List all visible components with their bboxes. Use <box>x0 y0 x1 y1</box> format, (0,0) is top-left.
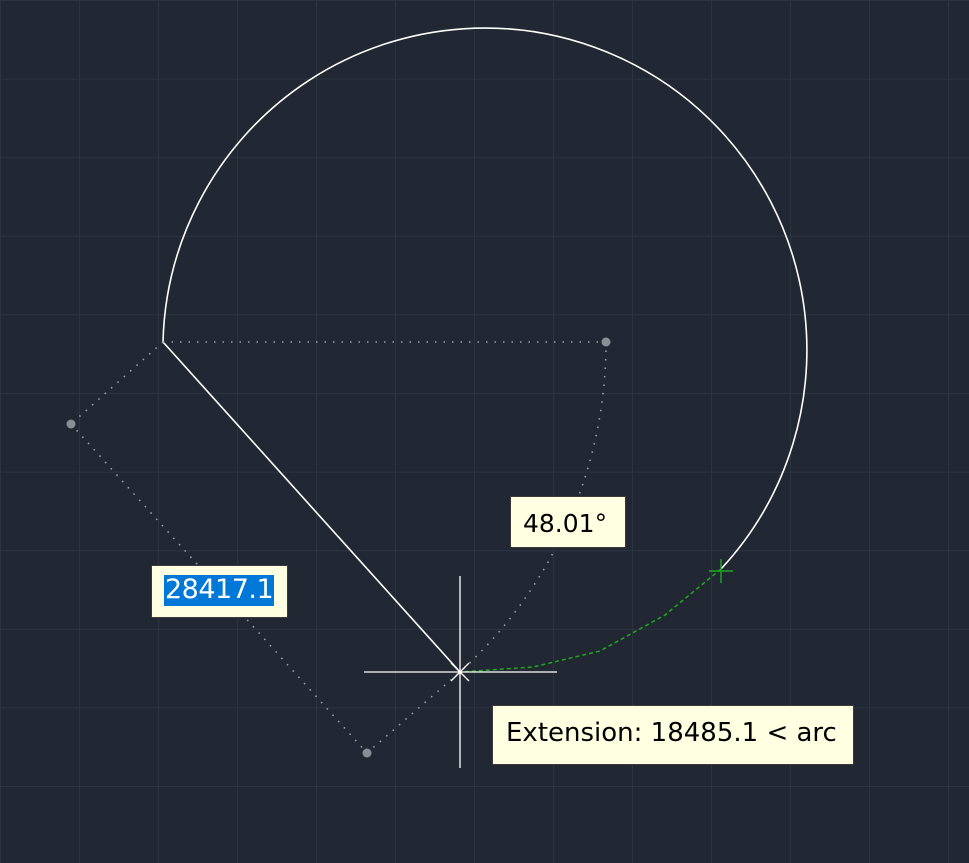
grip-point-center <box>601 337 611 347</box>
endpoint-marker-icon <box>709 559 733 583</box>
radius-line <box>162 341 461 673</box>
extension-guide-bottom <box>366 671 461 754</box>
arc-geometry[interactable] <box>162 27 808 570</box>
tooltip-text: Extension: 18485.1 < arc <box>506 718 837 748</box>
grip-point-bottom <box>362 748 372 758</box>
angle-dynamic-input[interactable]: 48.01° <box>510 496 626 548</box>
command-tooltip: Extension: 18485.1 < arc <box>492 705 854 765</box>
length-value-selected[interactable]: 28417.1 <box>164 575 275 606</box>
grip-point-left <box>66 419 76 429</box>
extension-preview <box>459 568 722 673</box>
drawing-canvas[interactable]: 48.01° 28417.1 Extension: 18485.1 < arc <box>0 0 969 863</box>
extension-guide-top <box>70 341 164 425</box>
angle-value: 48.01° <box>523 509 608 538</box>
length-dynamic-input[interactable]: 28417.1 <box>151 565 288 618</box>
